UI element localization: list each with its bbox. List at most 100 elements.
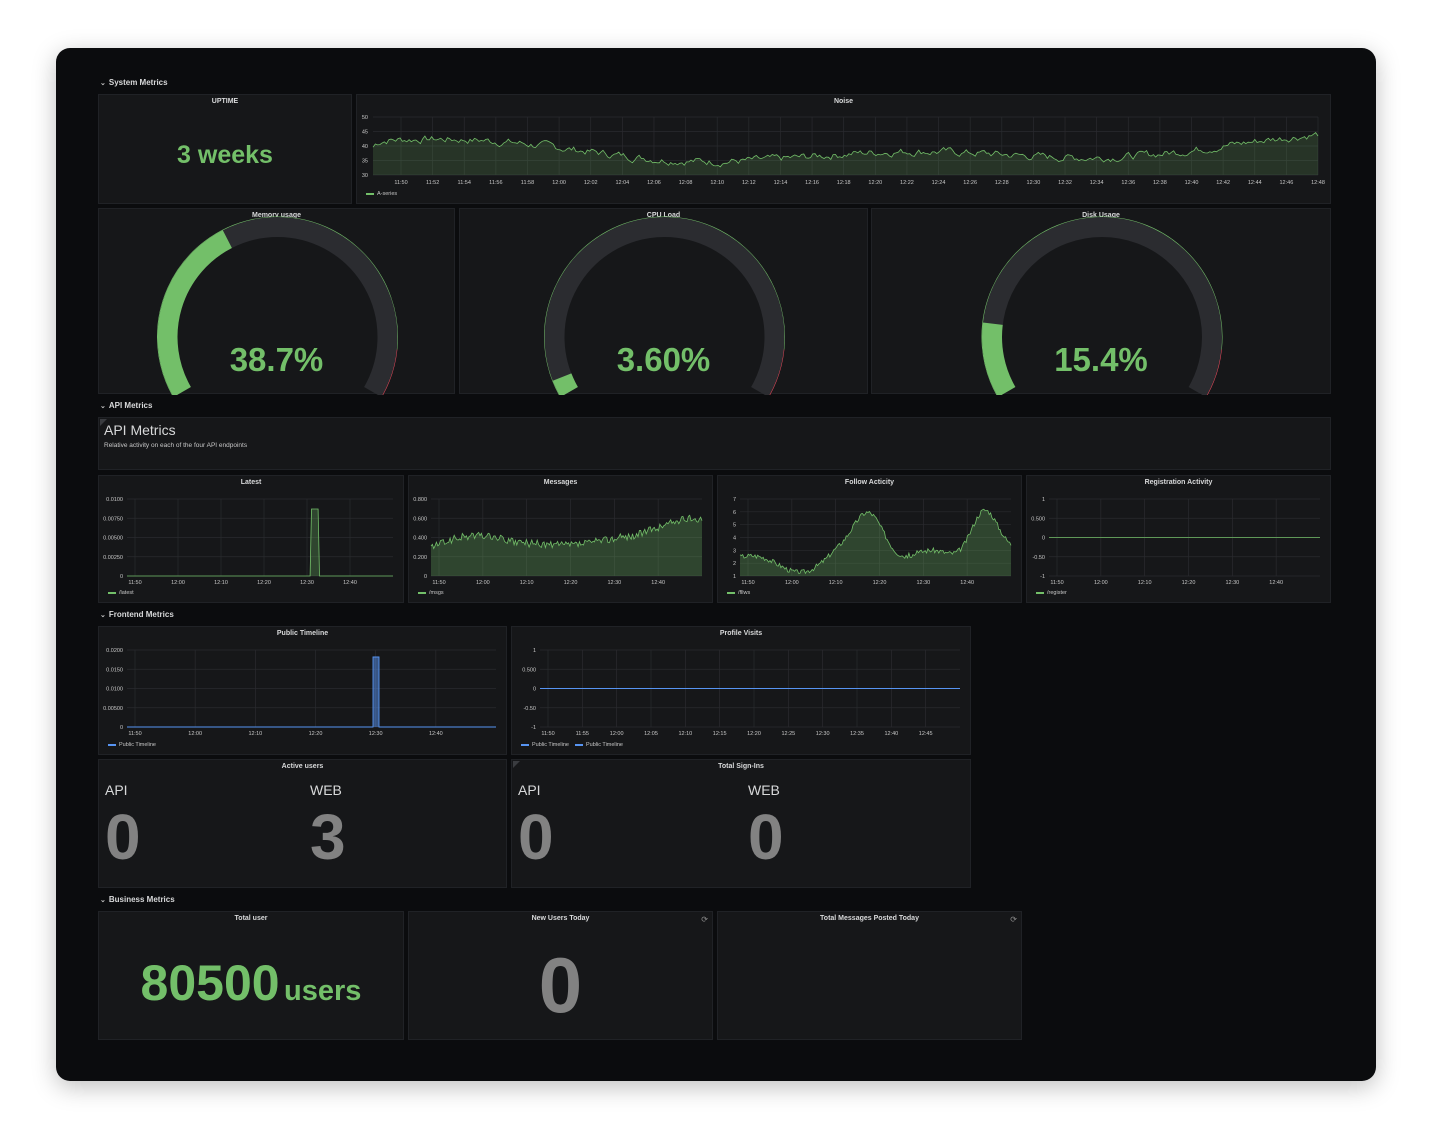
x-tick-label: 11:50 bbox=[128, 731, 141, 737]
x-tick-label: 11:50 bbox=[394, 180, 407, 186]
x-tick-label: 12:15 bbox=[713, 731, 727, 737]
y-tick-label: 0.600 bbox=[413, 516, 427, 522]
panel-noise[interactable]: Noise 50 45 40 35 30 11:50 11:52 11:54 11:56 11:5… bbox=[356, 94, 1331, 204]
panel-follow-activity[interactable]: Follow Acticity 7 6 5 4 3 2 1 11:50 12:00 12:10 12… bbox=[717, 475, 1022, 603]
x-tick-label: 12:00 bbox=[610, 731, 624, 737]
panel-uptime[interactable]: UPTIME 3 weeks bbox=[98, 94, 352, 204]
panel-memory-usage[interactable]: Memory usage 38.7% bbox=[98, 208, 455, 395]
x-tick-label: 12:00 bbox=[188, 731, 202, 737]
chart-legend: /fllws bbox=[727, 590, 750, 596]
y-tick-label: 0.0150 bbox=[106, 667, 123, 673]
y-tick-label: -0.50 bbox=[1032, 555, 1045, 561]
messages-chart: 0.800 0.600 0.400 0.200 0 11:50 12:00 12:10 12:2… bbox=[413, 497, 703, 586]
x-tick-label: 11:50 bbox=[741, 580, 754, 586]
y-tick-label: 2 bbox=[733, 561, 736, 567]
panel-new-users-today[interactable]: New Users Today ⟳ 0 bbox=[408, 911, 713, 1040]
latest-chart: 0.0100 0.00750 0.00500 0.00250 0 11:50 12:00 12… bbox=[103, 497, 393, 586]
x-tick-label: 12:48 bbox=[1311, 180, 1325, 186]
x-tick-label: 12:16 bbox=[805, 180, 819, 186]
y-tick-label: 0 bbox=[424, 574, 427, 580]
row-toggle-system-metrics[interactable]: ⌄ System Metrics bbox=[100, 78, 168, 87]
panel-latest[interactable]: Latest 0.0100 0.00750 0.00500 0.00250 0 11:50… bbox=[98, 475, 404, 603]
x-tick-label: 12:06 bbox=[647, 180, 661, 186]
row-title-label: API Metrics bbox=[108, 401, 153, 410]
active-users-web-label: WEB bbox=[310, 782, 342, 798]
row-title-label: Frontend Metrics bbox=[108, 610, 174, 619]
disk-gauge-value: 15.4% bbox=[1054, 341, 1148, 378]
y-tick-label: 35 bbox=[362, 159, 368, 165]
y-tick-label: 0.0100 bbox=[106, 687, 123, 693]
legend-label: Public Timeline bbox=[119, 742, 156, 748]
y-tick-label: 0.0200 bbox=[106, 648, 123, 654]
panel-cpu-load[interactable]: CPU Load 3.60% bbox=[459, 208, 868, 395]
panel-profile-visits[interactable]: Profile Visits 1 0.500 0 -0.50 -1 11:50 11:55 1… bbox=[511, 626, 971, 755]
public-timeline-chart: 0.0200 0.0150 0.0100 0.00500 0 11:50 12:00 12:1… bbox=[103, 648, 496, 737]
x-tick-label: 12:10 bbox=[214, 580, 228, 586]
x-tick-label: 12:32 bbox=[1058, 180, 1072, 186]
x-tick-label: 12:10 bbox=[248, 731, 262, 737]
x-tick-label: 12:12 bbox=[742, 180, 756, 186]
row-toggle-business-metrics[interactable]: ⌄ Business Metrics bbox=[100, 895, 175, 904]
y-tick-label: -1 bbox=[531, 725, 536, 731]
x-tick-label: 12:00 bbox=[1094, 580, 1108, 586]
chevron-down-icon: ⌄ bbox=[100, 612, 106, 619]
legend-label: Public Timeline bbox=[586, 742, 623, 748]
refresh-icon[interactable]: ⟳ bbox=[701, 915, 708, 924]
total-user-value: 80500 bbox=[140, 955, 280, 1011]
panel-total-sign-ins[interactable]: Total Sign-Ins API 0 WEB 0 bbox=[511, 759, 971, 888]
x-tick-label: 12:00 bbox=[171, 580, 185, 586]
x-tick-label: 11:50 bbox=[1050, 580, 1063, 586]
dashboard-window: ⌄ System Metrics UPTIME 3 weeks Noise 50 4… bbox=[56, 48, 1376, 1081]
panel-title: Active users bbox=[281, 763, 324, 770]
chevron-down-icon: ⌄ bbox=[100, 897, 106, 904]
x-tick-label: 12:10 bbox=[520, 580, 534, 586]
panel-disk-usage[interactable]: Disk Usage 15.4% bbox=[871, 208, 1331, 395]
x-tick-label: 12:00 bbox=[476, 580, 490, 586]
x-tick-label: 12:30 bbox=[369, 731, 383, 737]
x-tick-label: 12:40 bbox=[1269, 580, 1283, 586]
y-tick-label: 0 bbox=[120, 725, 123, 731]
legend-label: /fllws bbox=[738, 590, 751, 596]
x-tick-label: 12:34 bbox=[1090, 180, 1104, 186]
x-tick-label: 12:20 bbox=[868, 180, 882, 186]
panel-title: Total Sign-Ins bbox=[718, 763, 764, 770]
row-toggle-frontend-metrics[interactable]: ⌄ Frontend Metrics bbox=[100, 610, 174, 619]
y-tick-label: 50 bbox=[362, 115, 368, 121]
y-tick-label: 1 bbox=[533, 648, 536, 654]
panel-title: Total Messages Posted Today bbox=[820, 915, 919, 922]
panel-messages[interactable]: Messages 0.800 0.600 0.400 0.200 0 11:50 12:00… bbox=[408, 475, 713, 603]
x-tick-label: 11:50 bbox=[128, 580, 141, 586]
x-tick-label: 12:04 bbox=[615, 180, 629, 186]
refresh-icon[interactable]: ⟳ bbox=[1010, 915, 1017, 924]
x-tick-label: 12:42 bbox=[1216, 180, 1230, 186]
x-tick-label: 12:26 bbox=[963, 180, 977, 186]
panel-registration-activity[interactable]: Registration Activity 1 0.500 0 -0.50 -1 11:5… bbox=[1026, 475, 1331, 603]
x-tick-label: 12:40 bbox=[960, 580, 974, 586]
chart-legend: Public Timeline bbox=[108, 742, 156, 748]
x-tick-label: 11:58 bbox=[521, 180, 534, 186]
x-tick-label: 12:20 bbox=[747, 731, 761, 737]
x-tick-label: 12:08 bbox=[679, 180, 693, 186]
x-tick-label: 12:35 bbox=[850, 731, 864, 737]
row-toggle-api-metrics[interactable]: ⌄ API Metrics bbox=[100, 401, 152, 410]
row-title-label: Business Metrics bbox=[108, 895, 175, 904]
panel-active-users[interactable]: Active users API 0 WEB 3 bbox=[98, 759, 507, 888]
panel-public-timeline[interactable]: Public Timeline 0.0200 0.0150 0.0100 0.0050… bbox=[98, 626, 507, 755]
y-tick-label: 0.200 bbox=[413, 555, 427, 561]
y-tick-label: 5 bbox=[733, 523, 736, 529]
x-tick-label: 12:00 bbox=[785, 580, 799, 586]
panel-api-text[interactable]: API Metrics Relative activity on each of… bbox=[98, 417, 1331, 470]
x-tick-label: 12:36 bbox=[1121, 180, 1135, 186]
chart-legend: /latest bbox=[108, 590, 134, 596]
api-heading: API Metrics bbox=[104, 422, 176, 438]
cpu-gauge-value: 3.60% bbox=[616, 341, 711, 378]
y-tick-label: 0.00500 bbox=[103, 706, 123, 712]
panel-total-user[interactable]: Total user 80500 users bbox=[98, 911, 404, 1040]
x-tick-label: 12:30 bbox=[1027, 180, 1041, 186]
x-tick-label: 12:30 bbox=[916, 580, 930, 586]
x-tick-label: 11:54 bbox=[458, 180, 471, 186]
series-line bbox=[127, 508, 393, 577]
x-tick-label: 12:02 bbox=[584, 180, 598, 186]
panel-total-messages-today[interactable]: Total Messages Posted Today ⟳ bbox=[717, 911, 1022, 1040]
x-tick-label: 12:20 bbox=[564, 580, 578, 586]
